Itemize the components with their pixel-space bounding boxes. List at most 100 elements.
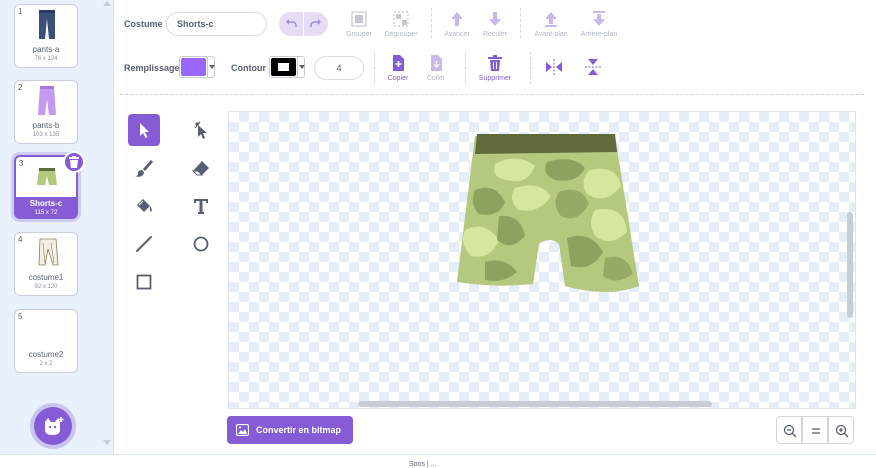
undo-button[interactable]: [279, 12, 303, 36]
costume-name: costume2: [28, 350, 64, 359]
convert-to-bitmap-button[interactable]: Convertir en bitmap: [227, 416, 353, 444]
forward-label: Avancer: [444, 31, 470, 38]
front-label: Avant-plan: [534, 31, 568, 38]
shorts-c-thumbnail: [37, 168, 57, 185]
costume-tile-2[interactable]: 2 pants-b 103 x 135: [14, 80, 78, 144]
redo-button[interactable]: [304, 12, 328, 36]
outline-width-input[interactable]: 4: [314, 56, 364, 80]
footer-text: Sons | ...: [409, 461, 437, 468]
chevron-down-icon: [207, 57, 215, 77]
line-tool[interactable]: [128, 228, 160, 260]
backward-button[interactable]: Reculer: [478, 10, 512, 38]
costume-number: 3: [19, 159, 24, 168]
canvas-vertical-scrollbar[interactable]: [847, 212, 853, 318]
fill-label: Remplissage: [124, 63, 180, 73]
toolbar-divider: [120, 94, 864, 95]
equals-icon: [812, 428, 820, 434]
brush-icon: [135, 160, 153, 177]
costume-tile-1[interactable]: 1 pants-a 76 x 124: [14, 4, 78, 68]
separator: [530, 52, 531, 84]
costume-name: costume1: [28, 273, 64, 282]
paint-canvas[interactable]: [228, 111, 856, 409]
paste-label: Coller: [426, 75, 446, 82]
costume-size: 115 x 72: [34, 210, 58, 216]
chevron-down-icon: [297, 57, 305, 77]
costume-label: Costume: [124, 19, 163, 29]
flip-horizontal-button[interactable]: [543, 58, 565, 78]
footer-bar: Sons | ...: [0, 454, 876, 468]
costume-name: pants-b: [32, 121, 60, 130]
flip-horizontal-icon: [546, 59, 562, 75]
cat-plus-icon: [45, 417, 64, 435]
outline-color-swatch: [271, 58, 296, 76]
shorts-costume-drawing[interactable]: [455, 134, 641, 298]
delete-button[interactable]: Supprimer: [473, 54, 517, 82]
delete-costume-button[interactable]: [63, 151, 85, 173]
text-tool[interactable]: [185, 190, 217, 222]
flip-vertical-button[interactable]: [582, 57, 604, 79]
scroll-down-icon[interactable]: [103, 440, 111, 445]
arrow-up-icon: [451, 12, 463, 26]
paste-button[interactable]: Coller: [420, 54, 452, 82]
ungroup-button[interactable]: Dégrouper: [380, 10, 422, 38]
arrow-down-icon: [489, 12, 501, 26]
outline-color-picker[interactable]: [269, 56, 305, 78]
arrow-pointer-icon: [140, 123, 149, 138]
separator: [520, 8, 521, 38]
ungroup-icon: [393, 11, 409, 27]
zoom-reset-button[interactable]: [802, 416, 828, 444]
trash-icon: [488, 55, 502, 71]
costume1-thumbnail: [38, 238, 59, 266]
choose-costume-button[interactable]: [34, 407, 72, 445]
costume-size: 76 x 124: [34, 56, 58, 62]
backward-label: Reculer: [482, 31, 508, 38]
delete-label: Supprimer: [478, 75, 512, 82]
eraser-icon: [191, 161, 209, 176]
paint-bucket-icon: [137, 199, 152, 212]
group-label: Grouper: [346, 31, 372, 38]
line-icon: [136, 236, 152, 252]
separator: [431, 8, 432, 38]
costume-list-scrollbar[interactable]: [100, 0, 114, 454]
costume-name: Shorts-c: [29, 199, 63, 208]
ungroup-label: Dégrouper: [384, 31, 418, 38]
fill-color-swatch: [181, 58, 206, 76]
redo-icon: [310, 19, 321, 27]
costume-tile-4[interactable]: 4 costume1 92 x 120: [14, 232, 78, 296]
back-icon: [593, 11, 605, 26]
fill-tool[interactable]: [128, 190, 160, 222]
image-icon: [236, 424, 249, 436]
circle-tool[interactable]: [185, 228, 217, 260]
zoom-out-icon: [783, 424, 797, 438]
costume-number: 2: [18, 83, 23, 92]
costume-tile-5[interactable]: 5 costume2 2 x 2: [14, 309, 78, 373]
group-button[interactable]: Grouper: [340, 10, 378, 38]
costume-size: 92 x 120: [34, 284, 58, 290]
zoom-out-button[interactable]: [776, 416, 802, 444]
fill-color-picker[interactable]: [179, 56, 215, 78]
brush-tool[interactable]: [128, 152, 160, 184]
reshape-icon: [194, 121, 207, 139]
front-button[interactable]: Avant-plan: [530, 10, 572, 38]
costume-size: 2 x 2: [39, 361, 53, 367]
costume-number: 5: [18, 312, 23, 321]
rectangle-tool[interactable]: [128, 266, 160, 298]
back-button[interactable]: Arrière-plan: [576, 10, 622, 38]
select-tool[interactable]: [128, 114, 160, 146]
scroll-up-icon[interactable]: [103, 1, 111, 6]
copy-label: Copier: [387, 75, 409, 82]
costume-name: pants-a: [32, 45, 60, 54]
reshape-tool[interactable]: [185, 114, 217, 146]
costume-name-input[interactable]: Shorts-c: [166, 12, 267, 36]
circle-icon: [193, 236, 209, 252]
trash-icon: [69, 156, 79, 168]
canvas-horizontal-scrollbar[interactable]: [358, 401, 712, 407]
zoom-in-button[interactable]: [828, 416, 854, 444]
costume-number: 1: [18, 7, 23, 16]
copy-icon: [393, 55, 404, 71]
forward-button[interactable]: Avancer: [440, 10, 474, 38]
costume-list: 1 pants-a 76 x 124 2 pants-b 103 x 135 3…: [0, 0, 114, 454]
eraser-tool[interactable]: [185, 152, 217, 184]
copy-button[interactable]: Copier: [382, 54, 414, 82]
paste-icon: [431, 55, 442, 71]
